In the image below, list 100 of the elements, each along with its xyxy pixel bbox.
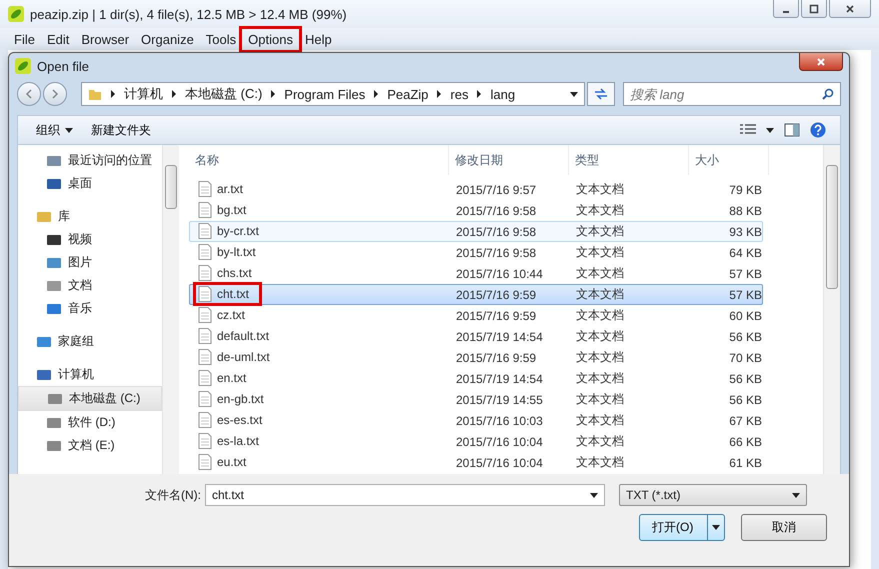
pea-logo-icon — [8, 6, 24, 22]
dropdown-arrow-icon[interactable] — [570, 92, 578, 96]
menu-item[interactable]: Help — [298, 28, 338, 50]
help-icon[interactable] — [810, 122, 826, 138]
breadcrumb-item[interactable]: PeaZip — [387, 86, 428, 102]
type-cell-text: 文本文档 — [575, 349, 625, 366]
type-cell-text: 文本文档 — [575, 328, 625, 345]
pea-logo-icon — [15, 58, 31, 74]
sidebar-item[interactable]: 本地磁盘 (C:) — [18, 386, 162, 411]
file-row[interactable]: en.txt 2015/7/19 14:54 文本文档 56 KB — [189, 368, 763, 389]
file-row[interactable]: bg.txt 2015/7/16 9:58 文本文档 88 KB — [189, 200, 763, 221]
type-cell-text: 文本文档 — [575, 223, 625, 240]
text-file-icon — [198, 180, 212, 196]
column-header[interactable]: 名称 — [189, 145, 449, 175]
menu-item[interactable]: Edit — [40, 28, 76, 50]
column-header[interactable]: 类型 — [569, 145, 689, 175]
size-cell-text: 56 KB — [728, 392, 762, 406]
column-header[interactable]: 大小 — [689, 145, 769, 175]
minimize-button[interactable] — [773, 0, 799, 18]
menu-item[interactable]: Tools — [200, 28, 242, 50]
date-cell-text: 2015/7/16 10:04 — [455, 434, 544, 448]
chevron-right-icon — [476, 90, 482, 98]
file-row[interactable]: by-lt.txt 2015/7/16 9:58 文本文档 64 KB — [189, 242, 763, 263]
sidebar-item[interactable]: 库 — [18, 205, 162, 228]
date-cell-text: 2015/7/16 10:03 — [455, 414, 544, 428]
text-file-icon — [198, 286, 212, 302]
refresh-button[interactable] — [587, 82, 615, 106]
sidebar-item[interactable]: 桌面 — [18, 172, 162, 195]
sidebar-item[interactable]: 计算机 — [18, 363, 162, 386]
file-name: es-la.txt — [196, 432, 270, 450]
file-name: eu.txt — [196, 452, 256, 470]
organize-button[interactable]: 组织 — [32, 120, 77, 140]
breadcrumb-item[interactable]: Program Files — [284, 86, 366, 102]
filename-label: 文件名(N): — [145, 486, 201, 504]
breadcrumb-item[interactable]: lang — [490, 86, 516, 102]
forward-button[interactable] — [43, 82, 67, 106]
open-button[interactable]: 打开(O) — [639, 514, 725, 541]
close-button[interactable] — [799, 53, 843, 71]
file-row[interactable]: default.txt 2015/7/19 14:54 文本文档 56 KB — [189, 326, 763, 347]
scrollbar-thumb[interactable] — [826, 165, 838, 289]
size-cell-text: 57 KB — [728, 266, 762, 280]
sidebar-item[interactable]: 最近访问的位置 — [18, 149, 162, 172]
type-cell-text: 文本文档 — [575, 286, 625, 303]
file-row[interactable]: es-la.txt 2015/7/16 10:04 文本文档 66 KB — [189, 431, 763, 452]
maximize-button[interactable] — [801, 0, 827, 18]
scrollbar-thumb[interactable] — [165, 165, 177, 209]
sidebar-item[interactable]: 视频 — [18, 228, 162, 251]
size-cell-text: 79 KB — [728, 182, 762, 196]
refresh-icon — [594, 88, 608, 100]
sidebar-item[interactable]: 文档 (E:) — [18, 434, 162, 457]
file-type-dropdown[interactable]: TXT (*.txt) — [619, 484, 807, 506]
folder-icon — [88, 87, 102, 101]
size-cell-text: 66 KB — [728, 434, 762, 448]
menu-item[interactable]: Browser — [75, 28, 136, 50]
sidebar-item[interactable]: 图片 — [18, 251, 162, 274]
filename-field[interactable]: cht.txt — [205, 484, 605, 506]
sidebar-item[interactable]: 软件 (D:) — [18, 411, 162, 434]
size-cell-text: 70 KB — [728, 350, 762, 364]
menu-item[interactable]: File — [8, 28, 41, 50]
date-cell-text: 2015/7/19 14:54 — [455, 372, 544, 386]
file-row[interactable]: es-es.txt 2015/7/16 10:03 文本文档 67 KB — [189, 410, 763, 431]
menu-item[interactable]: Options — [242, 28, 299, 50]
file-row[interactable]: cht.txt 2015/7/16 9:59 文本文档 57 KB — [189, 284, 763, 305]
search-field[interactable]: 搜索 lang — [623, 82, 841, 106]
file-row[interactable]: by-cr.txt 2015/7/16 9:58 文本文档 93 KB — [189, 221, 763, 242]
sidebar-item[interactable]: 家庭组 — [18, 330, 162, 353]
breadcrumb-item[interactable]: res — [450, 86, 468, 102]
file-row[interactable]: eu.txt 2015/7/16 10:04 文本文档 61 KB — [189, 452, 763, 473]
type-cell-text: 文本文档 — [575, 265, 625, 282]
type-cell-text: 文本文档 — [575, 391, 625, 408]
date-cell-text: 2015/7/19 14:55 — [455, 392, 544, 406]
new-folder-button[interactable]: 新建文件夹 — [87, 120, 155, 140]
file-name: by-cr.txt — [196, 222, 270, 240]
file-name: default.txt — [196, 326, 280, 344]
close-button[interactable] — [829, 0, 871, 18]
text-file-icon — [198, 370, 212, 386]
column-header[interactable]: 修改日期 — [449, 145, 569, 175]
breadcrumb-item[interactable]: 计算机 — [124, 85, 163, 103]
cancel-button[interactable]: 取消 — [741, 514, 827, 541]
file-row[interactable]: chs.txt 2015/7/16 10:44 文本文档 57 KB — [189, 263, 763, 284]
date-cell-text: 2015/7/16 10:04 — [455, 456, 544, 470]
view-list-icon[interactable] — [740, 124, 756, 136]
type-cell-text: 文本文档 — [575, 307, 625, 324]
minimize-icon — [783, 10, 789, 12]
file-name: chs.txt — [196, 264, 262, 282]
file-name: en-gb.txt — [196, 390, 274, 408]
file-row[interactable]: cz.txt 2015/7/16 9:59 文本文档 60 KB — [189, 305, 763, 326]
caret-icon — [65, 128, 73, 132]
address-bar[interactable]: 计算机 本地磁盘 (C:) Program Files PeaZip res lang — [81, 82, 585, 106]
file-row[interactable]: en-gb.txt 2015/7/19 14:55 文本文档 56 KB — [189, 389, 763, 410]
back-button[interactable] — [17, 82, 41, 106]
sidebar-item[interactable]: 文档 — [18, 274, 162, 297]
file-row[interactable]: de-uml.txt 2015/7/16 9:59 文本文档 70 KB — [189, 347, 763, 368]
breadcrumb-item[interactable]: 本地磁盘 (C:) — [185, 85, 262, 103]
preview-pane-icon[interactable] — [784, 123, 800, 137]
menu-item[interactable]: Organize — [135, 28, 200, 50]
text-file-icon — [198, 202, 212, 218]
dropdown-arrow-icon[interactable] — [766, 128, 774, 132]
file-row[interactable]: ar.txt 2015/7/16 9:57 文本文档 79 KB — [189, 179, 763, 200]
sidebar-item[interactable]: 音乐 — [18, 297, 162, 320]
